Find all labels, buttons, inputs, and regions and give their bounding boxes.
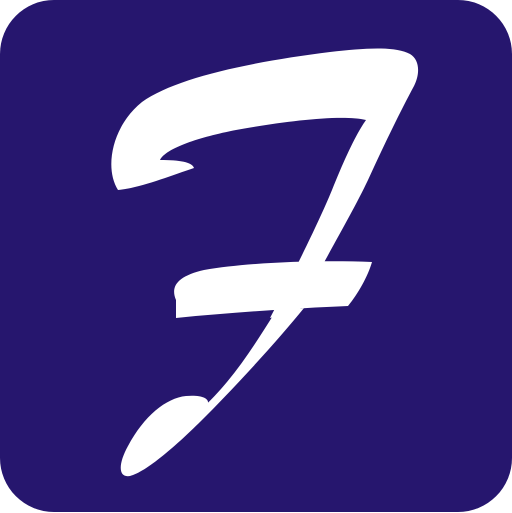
app-icon-graphic	[0, 0, 512, 512]
app-icon: F	[0, 0, 512, 512]
